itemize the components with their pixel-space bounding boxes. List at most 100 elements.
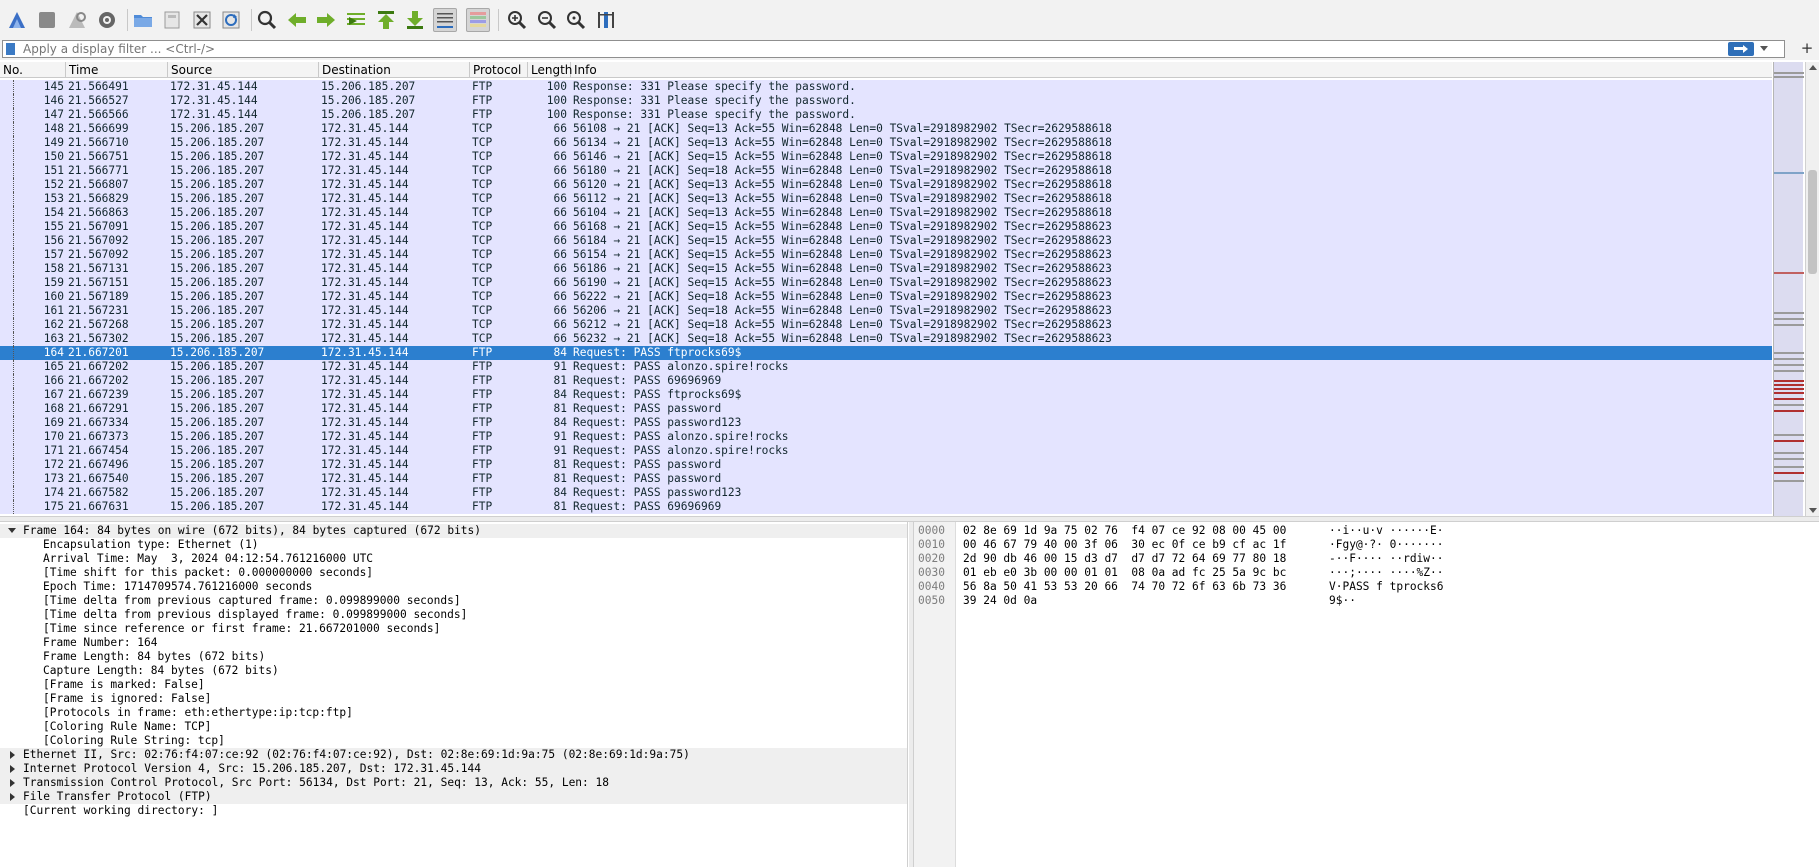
- apply-filter-arrow-icon[interactable]: [1728, 42, 1754, 56]
- byte-ascii[interactable]: ···;···· ····%Z··: [1329, 566, 1444, 580]
- capture-options-icon[interactable]: [95, 8, 119, 32]
- tree-expanded-chevron-down-icon[interactable]: [8, 528, 16, 533]
- packet-row[interactable]: 146 21.566527 172.31.45.144 15.206.185.207 F…: [0, 94, 1772, 108]
- packet-row[interactable]: 161 21.567231 15.206.185.207 172.31.45.144 T…: [0, 304, 1772, 318]
- packet-row[interactable]: 167 21.667239 15.206.185.207 172.31.45.144 F…: [0, 388, 1772, 402]
- packet-row[interactable]: 147 21.566566 172.31.45.144 15.206.185.207 F…: [0, 108, 1772, 122]
- scroll-down-icon[interactable]: [1809, 508, 1817, 513]
- byte-ascii[interactable]: -··F···· ··rdiw··: [1329, 552, 1444, 566]
- packet-row[interactable]: 160 21.567189 15.206.185.207 172.31.45.144 T…: [0, 290, 1772, 304]
- byte-ascii[interactable]: ··i··u·v ······E·: [1329, 524, 1444, 538]
- tree-collapsed-chevron-right-icon[interactable]: [10, 779, 15, 787]
- packet-row[interactable]: 156 21.567092 15.206.185.207 172.31.45.144 T…: [0, 234, 1772, 248]
- packet-row-selected[interactable]: 164 21.667201 15.206.185.207 172.31.45.144 F…: [0, 346, 1772, 360]
- packet-row[interactable]: 148 21.566699 15.206.185.207 172.31.45.144 T…: [0, 122, 1772, 136]
- details-field[interactable]: Arrival Time: May 3, 2024 04:12:54.76121…: [0, 552, 907, 566]
- column-header-no[interactable]: No.: [0, 62, 66, 78]
- tree-collapsed-chevron-right-icon[interactable]: [10, 793, 15, 801]
- packet-row[interactable]: 170 21.667373 15.206.185.207 172.31.45.144 F…: [0, 430, 1772, 444]
- details-field[interactable]: [Protocols in frame: eth:ethertype:ip:tc…: [0, 706, 907, 720]
- column-header-length[interactable]: Length: [528, 62, 572, 78]
- packet-row[interactable]: 157 21.567092 15.206.185.207 172.31.45.144 T…: [0, 248, 1772, 262]
- close-file-icon[interactable]: [190, 8, 214, 32]
- packet-list-scrollbar[interactable]: [1805, 62, 1819, 516]
- stop-capture-icon[interactable]: [35, 8, 59, 32]
- details-protocol-node[interactable]: Ethernet II, Src: 02:76:f4:07:ce:92 (02:…: [0, 748, 907, 762]
- details-field[interactable]: Frame Number: 164: [0, 636, 907, 650]
- zoom-in-icon[interactable]: [505, 8, 529, 32]
- packet-row[interactable]: 154 21.566863 15.206.185.207 172.31.45.144 T…: [0, 206, 1772, 220]
- go-first-icon[interactable]: [374, 8, 398, 32]
- tree-collapsed-chevron-right-icon[interactable]: [10, 765, 15, 773]
- byte-hex[interactable]: 02 8e 69 1d 9a 75 02 76 f4 07 ce 92 08 0…: [963, 524, 1286, 538]
- details-field[interactable]: [Coloring Rule String: tcp]: [0, 734, 907, 748]
- scroll-thumb[interactable]: [1808, 170, 1817, 274]
- details-field[interactable]: Capture Length: 84 bytes (672 bits): [0, 664, 907, 678]
- scroll-up-icon[interactable]: [1809, 65, 1817, 70]
- details-frame-node[interactable]: Frame 164: 84 bytes on wire (672 bits), …: [0, 524, 907, 538]
- packet-row[interactable]: 159 21.567151 15.206.185.207 172.31.45.144 T…: [0, 276, 1772, 290]
- details-field[interactable]: [Time since reference or first frame: 21…: [0, 622, 907, 636]
- packet-row[interactable]: 158 21.567131 15.206.185.207 172.31.45.144 T…: [0, 262, 1772, 276]
- packet-row[interactable]: 163 21.567302 15.206.185.207 172.31.45.144 T…: [0, 332, 1772, 346]
- go-to-packet-icon[interactable]: [344, 8, 368, 32]
- restart-capture-icon[interactable]: [65, 8, 89, 32]
- packet-row[interactable]: 171 21.667454 15.206.185.207 172.31.45.144 F…: [0, 444, 1772, 458]
- packet-row[interactable]: 174 21.667582 15.206.185.207 172.31.45.144 F…: [0, 486, 1772, 500]
- packet-row[interactable]: 149 21.566710 15.206.185.207 172.31.45.144 T…: [0, 136, 1772, 150]
- go-back-icon[interactable]: [285, 8, 309, 32]
- go-last-icon[interactable]: [403, 8, 427, 32]
- details-field[interactable]: Frame Length: 84 bytes (672 bits): [0, 650, 907, 664]
- details-field[interactable]: [Frame is ignored: False]: [0, 692, 907, 706]
- start-capture-icon[interactable]: [5, 8, 29, 32]
- column-header-destination[interactable]: Destination: [319, 62, 470, 78]
- packet-row[interactable]: 155 21.567091 15.206.185.207 172.31.45.144 T…: [0, 220, 1772, 234]
- byte-hex[interactable]: 2d 90 db 46 00 15 d3 d7 d7 d7 72 64 69 7…: [963, 552, 1286, 566]
- packet-row[interactable]: 153 21.566829 15.206.185.207 172.31.45.144 T…: [0, 192, 1772, 206]
- byte-ascii[interactable]: 9$··: [1329, 594, 1356, 608]
- reload-file-icon[interactable]: [219, 8, 243, 32]
- filter-bookmark-icon[interactable]: [6, 43, 15, 55]
- packet-row[interactable]: 162 21.567268 15.206.185.207 172.31.45.144 T…: [0, 318, 1772, 332]
- resize-columns-icon[interactable]: [594, 8, 618, 32]
- packet-row[interactable]: 151 21.566771 15.206.185.207 172.31.45.144 T…: [0, 164, 1772, 178]
- details-protocol-node[interactable]: File Transfer Protocol (FTP): [0, 790, 907, 804]
- packet-row[interactable]: 172 21.667496 15.206.185.207 172.31.45.144 F…: [0, 458, 1772, 472]
- packet-row[interactable]: 150 21.566751 15.206.185.207 172.31.45.144 T…: [0, 150, 1772, 164]
- display-filter-input[interactable]: [23, 41, 1743, 57]
- packet-row[interactable]: 169 21.667334 15.206.185.207 172.31.45.144 F…: [0, 416, 1772, 430]
- details-field[interactable]: Epoch Time: 1714709574.761216000 seconds: [0, 580, 907, 594]
- details-protocol-node[interactable]: Transmission Control Protocol, Src Port:…: [0, 776, 907, 790]
- byte-hex[interactable]: 39 24 0d 0a: [963, 594, 1037, 608]
- details-field[interactable]: [Time delta from previous captured frame…: [0, 594, 907, 608]
- byte-hex[interactable]: 56 8a 50 41 53 53 20 66 74 70 72 6f 63 6…: [963, 580, 1286, 594]
- colorize-icon[interactable]: [466, 8, 490, 32]
- tree-collapsed-chevron-right-icon[interactable]: [10, 751, 15, 759]
- column-header-source[interactable]: Source: [168, 62, 319, 78]
- details-field[interactable]: [Time delta from previous displayed fram…: [0, 608, 907, 622]
- column-header-protocol[interactable]: Protocol: [470, 62, 528, 78]
- byte-ascii[interactable]: ·Fgy@·?· 0·······: [1329, 538, 1444, 552]
- packet-row[interactable]: 168 21.667291 15.206.185.207 172.31.45.144 F…: [0, 402, 1772, 416]
- byte-ascii[interactable]: V·PASS f tprocks6: [1329, 580, 1444, 594]
- details-field[interactable]: [Coloring Rule Name: TCP]: [0, 720, 907, 734]
- find-packet-icon[interactable]: [255, 8, 279, 32]
- auto-scroll-icon[interactable]: [433, 8, 457, 32]
- details-protocol-node[interactable]: Internet Protocol Version 4, Src: 15.206…: [0, 762, 907, 776]
- packet-row[interactable]: 145 21.566491 172.31.45.144 15.206.185.207 F…: [0, 80, 1772, 94]
- details-field[interactable]: [Time shift for this packet: 0.000000000…: [0, 566, 907, 580]
- details-cwd[interactable]: [Current working directory: ]: [0, 804, 907, 818]
- byte-hex[interactable]: 01 eb e0 3b 00 00 01 01 08 0a ad fc 25 5…: [963, 566, 1286, 580]
- packet-row[interactable]: 173 21.667540 15.206.185.207 172.31.45.144 F…: [0, 472, 1772, 486]
- details-field[interactable]: [Frame is marked: False]: [0, 678, 907, 692]
- packet-row[interactable]: 165 21.667202 15.206.185.207 172.31.45.144 F…: [0, 360, 1772, 374]
- zoom-out-icon[interactable]: [535, 8, 559, 32]
- packet-row[interactable]: 175 21.667631 15.206.185.207 172.31.45.144 F…: [0, 500, 1772, 514]
- open-file-icon[interactable]: [131, 8, 155, 32]
- packet-row[interactable]: 166 21.667202 15.206.185.207 172.31.45.144 F…: [0, 374, 1772, 388]
- add-filter-button-plus-icon[interactable]: +: [1799, 38, 1815, 58]
- filter-history-chevron-down-icon[interactable]: [1760, 46, 1768, 51]
- column-header-info[interactable]: Info: [571, 62, 1772, 78]
- packet-row[interactable]: 152 21.566807 15.206.185.207 172.31.45.144 T…: [0, 178, 1772, 192]
- zoom-normal-icon[interactable]: [564, 8, 588, 32]
